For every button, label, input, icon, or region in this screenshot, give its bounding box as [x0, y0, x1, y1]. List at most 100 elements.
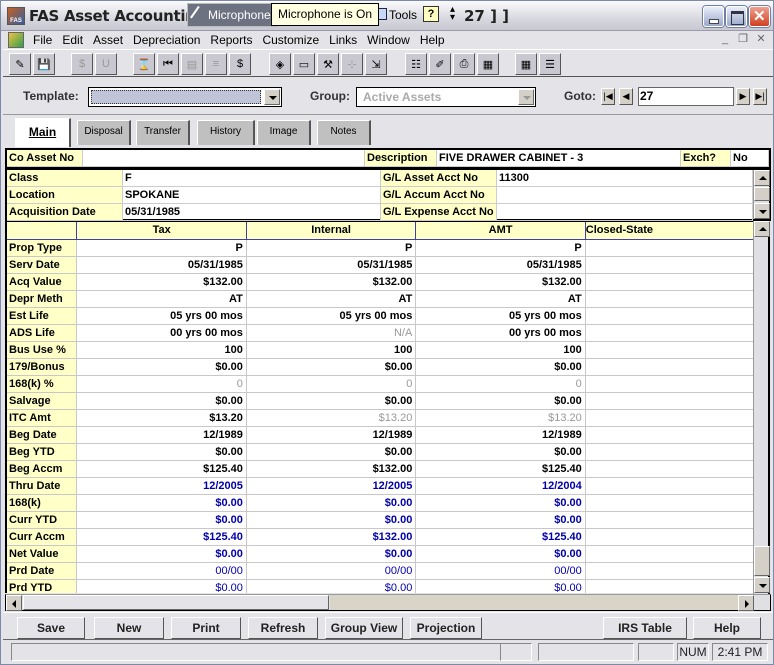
- table-cell[interactable]: [585, 528, 755, 546]
- column-header[interactable]: AMT: [415, 222, 586, 240]
- table-cell[interactable]: AT: [76, 290, 247, 308]
- group-view-button[interactable]: Group View: [325, 617, 403, 639]
- menu-depreciation[interactable]: Depreciation: [128, 32, 205, 48]
- table-cell[interactable]: [585, 579, 755, 593]
- table-cell[interactable]: $0.00: [415, 545, 586, 563]
- menu-links[interactable]: Links: [324, 32, 362, 48]
- batch-button[interactable]: ◈: [269, 53, 291, 75]
- table-cell[interactable]: $0.00: [76, 579, 247, 593]
- table-cell[interactable]: $0.00: [415, 511, 586, 529]
- table-cell[interactable]: $125.40: [415, 460, 586, 478]
- menu-edit[interactable]: Edit: [57, 32, 88, 48]
- table-cell[interactable]: 00 yrs 00 mos: [415, 324, 586, 342]
- table-cell[interactable]: 05/31/1985: [76, 256, 247, 274]
- gl-accum-acct-field[interactable]: [497, 187, 753, 204]
- location-field[interactable]: SPOKANE: [123, 187, 381, 204]
- table-cell[interactable]: $0.00: [246, 358, 417, 376]
- table-cell[interactable]: 0: [246, 375, 417, 393]
- table-cell[interactable]: $132.00: [246, 460, 417, 478]
- previous-record-button[interactable]: ◀: [619, 88, 633, 105]
- table-cell[interactable]: $13.20: [246, 409, 417, 427]
- table-cell[interactable]: P: [76, 239, 247, 257]
- mdi-minimize-button[interactable]: _: [717, 32, 733, 47]
- mdi-restore-button[interactable]: ❐: [735, 32, 751, 47]
- table-cell[interactable]: [585, 256, 755, 274]
- table-cell[interactable]: $0.00: [246, 579, 417, 593]
- column-header[interactable]: Closed-State: [585, 222, 755, 240]
- depreciation-chart-button[interactable]: $: [229, 53, 251, 75]
- table-cell[interactable]: [585, 511, 755, 529]
- tab-disposal[interactable]: Disposal: [77, 120, 131, 145]
- save-button[interactable]: 💾: [33, 53, 55, 75]
- chevron-down-icon[interactable]: [518, 89, 534, 105]
- print-button[interactable]: Print: [171, 617, 241, 639]
- table-cell[interactable]: $0.00: [246, 545, 417, 563]
- close-button[interactable]: [749, 6, 770, 27]
- table-cell[interactable]: 12/2005: [246, 477, 417, 495]
- cart-button[interactable]: ⇲: [365, 53, 387, 75]
- info-scrollbar[interactable]: [753, 170, 770, 219]
- table-cell[interactable]: [585, 273, 755, 291]
- transfer-button[interactable]: ≡: [205, 53, 227, 75]
- table-cell[interactable]: $0.00: [76, 443, 247, 461]
- calculator-button[interactable]: ▦: [477, 53, 499, 75]
- table-cell[interactable]: 00/00: [76, 562, 247, 580]
- projection-button[interactable]: Projection: [410, 617, 482, 639]
- acquisition-date-field[interactable]: 05/31/1985: [123, 204, 381, 221]
- irs-table-button[interactable]: IRS Table: [603, 617, 687, 639]
- table-cell[interactable]: [585, 443, 755, 461]
- menu-window[interactable]: Window: [362, 32, 415, 48]
- scroll-thumb[interactable]: [754, 546, 770, 576]
- scroll-up-icon[interactable]: [754, 170, 770, 186]
- table-cell[interactable]: 05 yrs 00 mos: [246, 307, 417, 325]
- menu-help[interactable]: Help: [415, 32, 450, 48]
- table-cell[interactable]: [585, 392, 755, 410]
- table-cell[interactable]: P: [415, 239, 586, 257]
- scroll-thumb[interactable]: [754, 187, 770, 201]
- scroll-thumb[interactable]: [23, 595, 329, 610]
- chevron-down-icon[interactable]: [264, 89, 280, 105]
- hourglass-button[interactable]: ⌛: [133, 53, 155, 75]
- table-cell[interactable]: 00/00: [246, 562, 417, 580]
- table-cell[interactable]: $0.00: [246, 392, 417, 410]
- table-cell[interactable]: [585, 290, 755, 308]
- table-cell[interactable]: $0.00: [76, 392, 247, 410]
- tab-main[interactable]: Main: [15, 118, 71, 147]
- table-cell[interactable]: [585, 494, 755, 512]
- table-cell[interactable]: 12/2005: [76, 477, 247, 495]
- table-cell[interactable]: $0.00: [415, 443, 586, 461]
- table-cell[interactable]: 00 yrs 00 mos: [76, 324, 247, 342]
- table-cell[interactable]: $0.00: [246, 511, 417, 529]
- table-cell[interactable]: [585, 375, 755, 393]
- grid-vertical-scrollbar[interactable]: [753, 221, 770, 594]
- table-cell[interactable]: 05/31/1985: [246, 256, 417, 274]
- table-cell[interactable]: [585, 341, 755, 359]
- tab-transfer[interactable]: Transfer: [136, 120, 190, 145]
- menu-reports[interactable]: Reports: [205, 32, 257, 48]
- table-cell[interactable]: $0.00: [415, 358, 586, 376]
- menu-file[interactable]: File: [28, 32, 57, 48]
- template-dropdown[interactable]: [88, 87, 282, 107]
- table-cell[interactable]: $132.00: [76, 273, 247, 291]
- table-cell[interactable]: [585, 426, 755, 444]
- group-dropdown[interactable]: Active Assets: [356, 87, 536, 107]
- table-cell[interactable]: [585, 562, 755, 580]
- table-cell[interactable]: N/A: [246, 324, 417, 342]
- microphone-button[interactable]: Microphone: [188, 4, 277, 26]
- scroll-left-icon[interactable]: [6, 595, 22, 611]
- edit-button[interactable]: ✎: [9, 53, 31, 75]
- menu-asset[interactable]: Asset: [88, 32, 128, 48]
- column-header[interactable]: Tax: [76, 222, 247, 240]
- first-record-button[interactable]: |◀: [601, 88, 615, 105]
- table-cell[interactable]: [585, 307, 755, 325]
- table-cell[interactable]: [585, 358, 755, 376]
- new-button[interactable]: New: [94, 617, 164, 639]
- column-header[interactable]: Internal: [246, 222, 417, 240]
- table-cell[interactable]: $132.00: [246, 528, 417, 546]
- save-button[interactable]: Save: [17, 617, 85, 639]
- table-cell[interactable]: AT: [246, 290, 417, 308]
- mdi-close-button[interactable]: ✕: [753, 32, 769, 47]
- form-edit-button[interactable]: ✐: [429, 53, 451, 75]
- table-cell[interactable]: $125.40: [76, 460, 247, 478]
- list-compare-button[interactable]: ☷: [405, 53, 427, 75]
